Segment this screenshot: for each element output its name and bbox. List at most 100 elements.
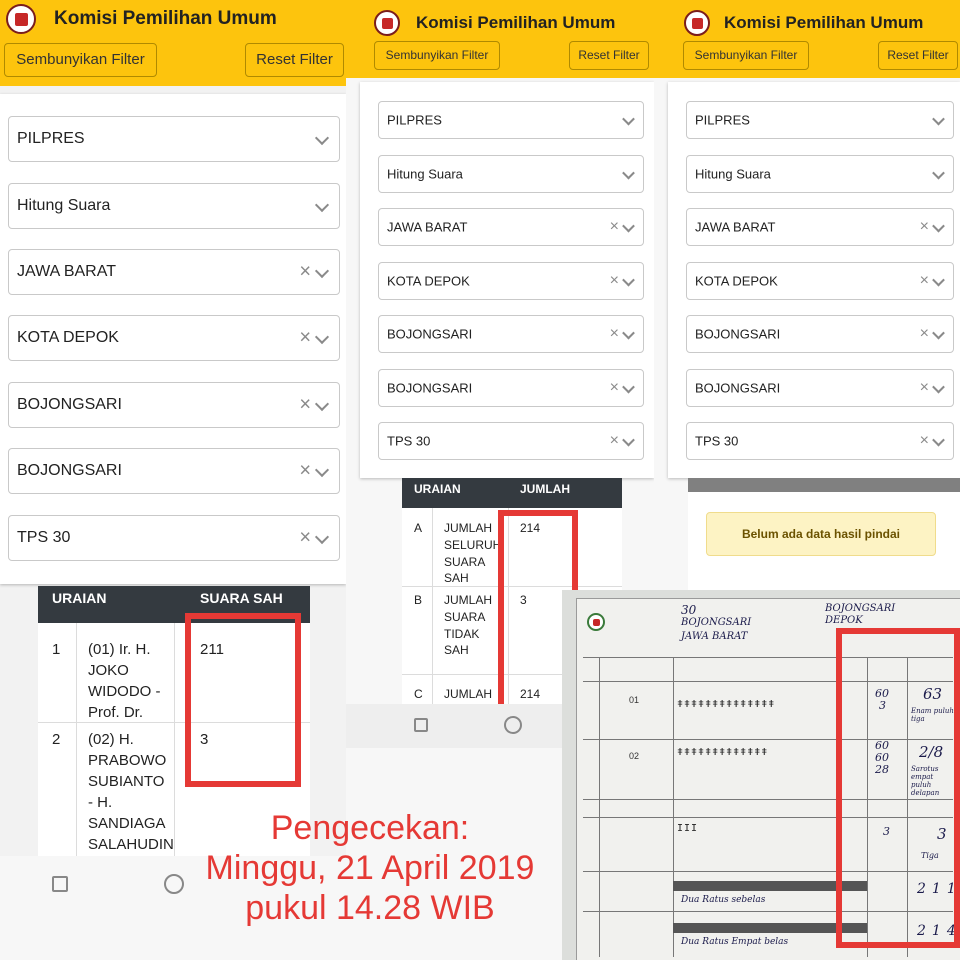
clear-icon[interactable]: × bbox=[610, 272, 619, 290]
header-jumlah: JUMLAH bbox=[520, 482, 570, 496]
clear-icon[interactable]: × bbox=[920, 325, 929, 343]
form-column bbox=[599, 657, 600, 957]
filter-village-select[interactable]: BOJONGSARI × bbox=[686, 369, 954, 407]
chevron-down-icon bbox=[622, 112, 635, 126]
filter-city-select[interactable]: KOTA DEPOK × bbox=[378, 262, 644, 300]
filter-election-select[interactable]: PILPRES bbox=[686, 101, 954, 139]
filter-district-select[interactable]: BOJONGSARI × bbox=[378, 315, 644, 353]
filter-card: PILPRES Hitung Suara JAWA BARAT × KOTA D… bbox=[668, 82, 960, 478]
recent-apps-icon[interactable] bbox=[52, 876, 68, 892]
kpu-logo-icon bbox=[684, 10, 710, 36]
select-value: Hitung Suara bbox=[695, 166, 771, 182]
select-value: KOTA DEPOK bbox=[387, 273, 470, 289]
handwritten-kota: BOJONGSARI DEPOK bbox=[825, 603, 896, 626]
filter-province-select[interactable]: JAWA BARAT × bbox=[378, 208, 644, 246]
app-title: Komisi Pemilihan Umum bbox=[54, 8, 277, 29]
select-value: PILPRES bbox=[695, 112, 750, 128]
row-number: 1 bbox=[52, 641, 61, 658]
filter-province-select[interactable]: JAWA BARAT × bbox=[8, 249, 340, 295]
chevron-down-icon bbox=[932, 166, 945, 180]
row-description: JUMLAH bbox=[444, 687, 493, 701]
reset-filter-button[interactable]: Reset Filter bbox=[569, 41, 649, 70]
caption-line-3: pukul 14.28 WIB bbox=[245, 889, 495, 927]
reset-filter-button[interactable]: Reset Filter bbox=[878, 41, 958, 70]
clear-icon[interactable]: × bbox=[610, 379, 619, 397]
select-value: Hitung Suara bbox=[17, 197, 111, 214]
chevron-down-icon bbox=[622, 326, 635, 340]
chevron-down-icon bbox=[314, 329, 330, 345]
c1-form-photo: 30 BOJONGSARI JAWA BARAT BOJONGSARI DEPO… bbox=[562, 590, 960, 960]
row-description: JUMLAH SUARA TIDAK SAH bbox=[444, 593, 493, 658]
row-description: JUMLAH SELURUH SUARA SAH bbox=[444, 521, 502, 586]
chevron-down-icon bbox=[932, 112, 945, 126]
filter-tps-select[interactable]: TPS 30 × bbox=[378, 422, 644, 460]
clear-icon[interactable]: × bbox=[920, 272, 929, 290]
hide-filter-button[interactable]: Sembunyikan Filter bbox=[683, 41, 809, 70]
chevron-down-icon bbox=[314, 130, 330, 146]
chevron-down-icon bbox=[622, 433, 635, 447]
chevron-down-icon bbox=[314, 263, 330, 279]
caption-line-2: Minggu, 21 April 2019 bbox=[205, 849, 535, 887]
filter-mode-select[interactable]: Hitung Suara bbox=[8, 183, 340, 229]
filter-election-select[interactable]: PILPRES bbox=[378, 101, 644, 139]
column-divider bbox=[76, 623, 77, 858]
hide-filter-button[interactable]: Sembunyikan Filter bbox=[4, 43, 157, 77]
select-value: PILPRES bbox=[387, 112, 442, 128]
filter-city-select[interactable]: KOTA DEPOK × bbox=[8, 315, 340, 361]
select-value: BOJONGSARI bbox=[695, 380, 781, 396]
chevron-down-icon bbox=[622, 273, 635, 287]
reset-filter-button[interactable]: Reset Filter bbox=[245, 43, 344, 77]
recent-apps-icon[interactable] bbox=[414, 718, 428, 732]
filter-tps-select[interactable]: TPS 30 × bbox=[686, 422, 954, 460]
candidate-name: (01) Ir. H. JOKO WIDODO - Prof. Dr. bbox=[88, 641, 161, 721]
filter-district-select[interactable]: BOJONGSARI × bbox=[686, 315, 954, 353]
chevron-down-icon bbox=[932, 219, 945, 233]
filter-village-select[interactable]: BOJONGSARI × bbox=[378, 369, 644, 407]
filter-card: PILPRES Hitung Suara JAWA BARAT × KOTA D… bbox=[0, 94, 346, 584]
clear-icon[interactable]: × bbox=[610, 325, 619, 343]
hide-filter-button[interactable]: Sembunyikan Filter bbox=[374, 41, 500, 70]
filter-city-select[interactable]: KOTA DEPOK × bbox=[686, 262, 954, 300]
chevron-down-icon bbox=[932, 326, 945, 340]
filter-province-select[interactable]: JAWA BARAT × bbox=[686, 208, 954, 246]
candidate-1-number: 01 bbox=[629, 695, 640, 705]
clear-icon[interactable]: × bbox=[920, 432, 929, 450]
clear-icon[interactable]: × bbox=[920, 379, 929, 397]
clear-icon[interactable]: × bbox=[299, 327, 311, 350]
select-value: TPS 30 bbox=[17, 529, 71, 546]
chevron-down-icon bbox=[622, 166, 635, 180]
chevron-down-icon bbox=[314, 197, 330, 213]
select-value: KOTA DEPOK bbox=[695, 273, 778, 289]
filter-tps-select[interactable]: TPS 30 × bbox=[8, 515, 340, 561]
filter-card: PILPRES Hitung Suara JAWA BARAT × KOTA D… bbox=[360, 82, 654, 478]
clear-icon[interactable]: × bbox=[299, 527, 311, 550]
clear-icon[interactable]: × bbox=[920, 218, 929, 236]
select-value: BOJONGSARI bbox=[387, 380, 473, 396]
filter-village-select[interactable]: BOJONGSARI × bbox=[8, 448, 340, 494]
chevron-down-icon bbox=[314, 396, 330, 412]
home-icon[interactable] bbox=[504, 716, 522, 734]
select-value: JAWA BARAT bbox=[387, 219, 468, 235]
app-header: Komisi Pemilihan Umum Sembunyikan Filter… bbox=[346, 0, 654, 78]
row-letter: C bbox=[414, 687, 423, 701]
kpu-logo-icon bbox=[6, 4, 36, 34]
filter-mode-select[interactable]: Hitung Suara bbox=[378, 155, 644, 193]
clear-icon[interactable]: × bbox=[610, 218, 619, 236]
chevron-down-icon bbox=[314, 529, 330, 545]
clear-icon[interactable]: × bbox=[299, 394, 311, 417]
filter-district-select[interactable]: BOJONGSARI × bbox=[8, 382, 340, 428]
select-value: JAWA BARAT bbox=[695, 219, 776, 235]
clear-icon[interactable]: × bbox=[299, 261, 311, 284]
column-divider bbox=[174, 623, 175, 858]
filter-election-select[interactable]: PILPRES bbox=[8, 116, 340, 162]
clear-icon[interactable]: × bbox=[610, 432, 619, 450]
form-column bbox=[673, 657, 674, 957]
select-value: PILPRES bbox=[17, 130, 85, 147]
filter-mode-select[interactable]: Hitung Suara bbox=[686, 155, 954, 193]
clear-icon[interactable]: × bbox=[299, 460, 311, 483]
kpu-seal-icon bbox=[587, 613, 605, 631]
select-value: TPS 30 bbox=[695, 433, 739, 449]
select-value: BOJONGSARI bbox=[17, 396, 122, 413]
select-value: TPS 30 bbox=[387, 433, 431, 449]
row-number: 2 bbox=[52, 731, 61, 748]
